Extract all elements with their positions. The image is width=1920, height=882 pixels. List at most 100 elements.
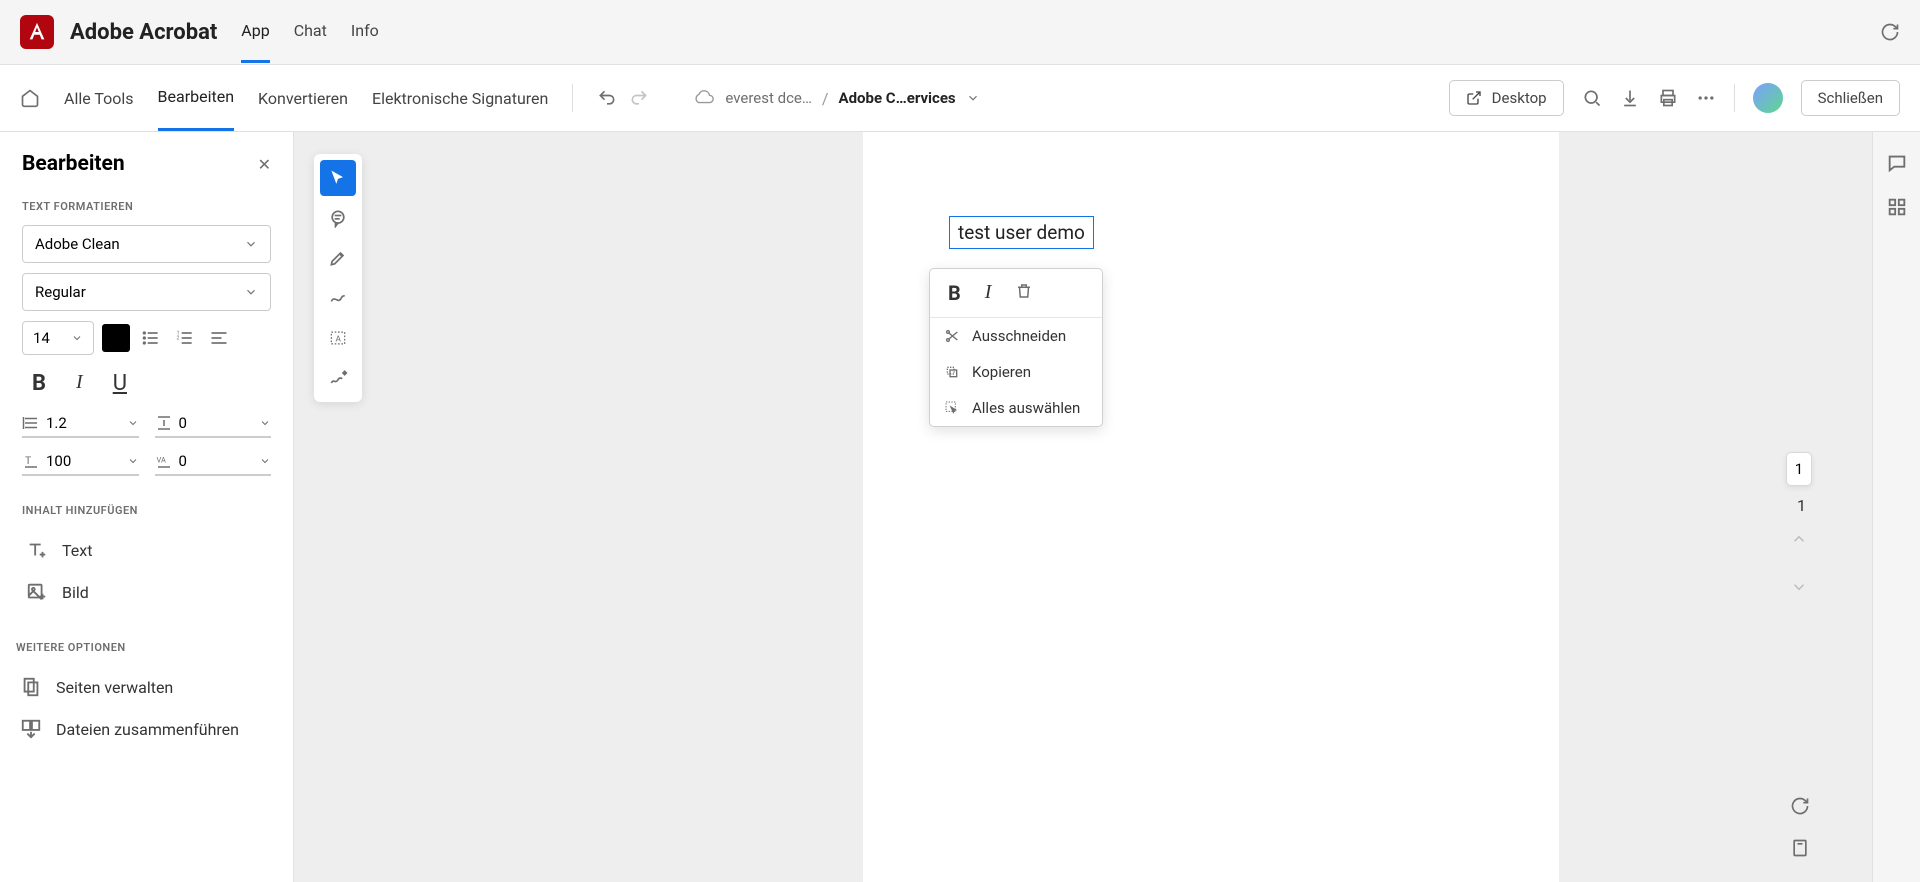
print-icon[interactable] bbox=[1658, 88, 1678, 108]
rotate-icon[interactable] bbox=[1790, 796, 1810, 816]
chevron-down-icon bbox=[244, 237, 258, 251]
menu-select-all[interactable]: Alles auswählen bbox=[930, 390, 1102, 426]
page-up-button[interactable] bbox=[1790, 530, 1810, 550]
draw-tool[interactable] bbox=[320, 280, 356, 316]
thumbnails-panel-icon[interactable] bbox=[1886, 196, 1908, 218]
text-edit-box[interactable]: test user demo bbox=[949, 216, 1094, 249]
edit-sidebar: Bearbeiten ✕ TEXT FORMATIEREN Adobe Clea… bbox=[0, 132, 294, 882]
numbered-list-icon[interactable]: 12 bbox=[172, 325, 198, 351]
chevron-down-icon[interactable] bbox=[966, 91, 980, 105]
highlight-tool[interactable] bbox=[320, 240, 356, 276]
menu-cut-label: Ausschneiden bbox=[972, 327, 1066, 345]
tab-chat[interactable]: Chat bbox=[294, 1, 327, 63]
chevron-down-icon bbox=[71, 332, 83, 344]
popup-delete-button[interactable] bbox=[1015, 281, 1033, 305]
menu-copy[interactable]: Kopieren bbox=[930, 354, 1102, 390]
line-height-icon bbox=[22, 414, 40, 432]
font-size-row: 14 12 bbox=[22, 321, 271, 355]
page-ruler-icon[interactable] bbox=[1790, 838, 1810, 858]
add-text-label: Text bbox=[62, 541, 92, 560]
merge-files-button[interactable]: Dateien zusammenführen bbox=[16, 708, 271, 750]
paragraph-spacing-icon bbox=[155, 414, 173, 432]
chevron-down-icon bbox=[127, 417, 139, 429]
add-text-button[interactable]: Text bbox=[22, 529, 271, 571]
top-tabs: App Chat Info bbox=[241, 1, 378, 63]
font-family-value: Adobe Clean bbox=[35, 235, 120, 253]
canvas-area: A test user demo B I Ausschneiden Kopier… bbox=[294, 132, 1872, 882]
italic-button[interactable]: I bbox=[76, 371, 83, 396]
font-style-value: Regular bbox=[35, 283, 86, 301]
breadcrumb-file[interactable]: Adobe C…ervices bbox=[839, 89, 956, 107]
line-height-field[interactable]: 1.2 bbox=[22, 414, 139, 438]
popup-style-row: B I bbox=[930, 269, 1102, 318]
chevron-down-icon bbox=[244, 285, 258, 299]
manage-pages-button[interactable]: Seiten verwalten bbox=[16, 666, 271, 708]
toolbar-left: Alle Tools Bearbeiten Konvertieren Elekt… bbox=[20, 65, 980, 131]
merge-icon bbox=[20, 718, 42, 740]
menu-cut[interactable]: Ausschneiden bbox=[930, 318, 1102, 354]
undo-icon[interactable] bbox=[597, 88, 617, 108]
popup-bold-button[interactable]: B bbox=[948, 281, 961, 305]
underline-button[interactable]: U bbox=[113, 371, 127, 396]
page-down-button[interactable] bbox=[1790, 578, 1810, 598]
toolbar: Alle Tools Bearbeiten Konvertieren Elekt… bbox=[0, 64, 1920, 132]
pages-icon bbox=[20, 676, 42, 698]
right-rail bbox=[1872, 132, 1920, 882]
document-page[interactable]: test user demo B I Ausschneiden Kopieren bbox=[863, 132, 1559, 882]
popup-italic-button[interactable]: I bbox=[985, 281, 992, 305]
tab-convert[interactable]: Konvertieren bbox=[258, 67, 348, 130]
topbar: Adobe Acrobat App Chat Info bbox=[0, 0, 1920, 64]
comment-tool[interactable] bbox=[320, 200, 356, 236]
tracking-field[interactable]: VA 0 bbox=[155, 452, 272, 476]
font-style-dropdown[interactable]: Regular bbox=[22, 273, 271, 311]
horiz-scale-field[interactable]: T 100 bbox=[22, 452, 139, 476]
font-size-input[interactable]: 14 bbox=[22, 321, 94, 355]
avatar[interactable] bbox=[1753, 83, 1783, 113]
tab-app[interactable]: App bbox=[241, 1, 269, 63]
align-left-icon[interactable] bbox=[206, 325, 232, 351]
font-family-dropdown[interactable]: Adobe Clean bbox=[22, 225, 271, 263]
select-all-icon bbox=[944, 400, 960, 416]
tab-signatures[interactable]: Elektronische Signaturen bbox=[372, 67, 548, 130]
page-indicator[interactable]: 1 bbox=[1786, 452, 1812, 486]
more-icon[interactable] bbox=[1696, 88, 1716, 108]
menu-select-all-label: Alles auswählen bbox=[972, 399, 1080, 417]
svg-text:2: 2 bbox=[177, 336, 180, 342]
refresh-icon[interactable] bbox=[1880, 22, 1900, 42]
select-tool[interactable] bbox=[320, 160, 356, 196]
topbar-right bbox=[1880, 22, 1900, 42]
floating-toolbar: A bbox=[314, 154, 362, 402]
color-picker[interactable] bbox=[102, 324, 130, 352]
tab-edit[interactable]: Bearbeiten bbox=[158, 65, 235, 131]
search-icon[interactable] bbox=[1582, 88, 1602, 108]
tracking-value: 0 bbox=[179, 452, 254, 470]
tab-info[interactable]: Info bbox=[351, 1, 379, 63]
fill-sign-tool[interactable] bbox=[320, 360, 356, 396]
text-select-tool[interactable]: A bbox=[320, 320, 356, 356]
sidebar-title: Bearbeiten bbox=[22, 152, 125, 176]
bullet-list-icon[interactable] bbox=[138, 325, 164, 351]
acrobat-logo bbox=[20, 15, 54, 49]
spacing-row-1: 1.2 0 bbox=[22, 414, 271, 438]
tab-all-tools[interactable]: Alle Tools bbox=[64, 67, 134, 130]
section-text-format: TEXT FORMATIEREN bbox=[22, 200, 271, 213]
comments-panel-icon[interactable] bbox=[1886, 152, 1908, 174]
cloud-icon bbox=[693, 87, 715, 109]
page-nav bbox=[1790, 530, 1810, 598]
main: Bearbeiten ✕ TEXT FORMATIEREN Adobe Clea… bbox=[0, 132, 1920, 882]
home-icon[interactable] bbox=[20, 88, 40, 108]
download-icon[interactable] bbox=[1620, 88, 1640, 108]
page-total: 1 bbox=[1797, 496, 1806, 515]
close-button[interactable]: Schließen bbox=[1801, 80, 1900, 116]
merge-files-label: Dateien zusammenführen bbox=[56, 720, 239, 739]
add-image-button[interactable]: Bild bbox=[22, 571, 271, 613]
desktop-button[interactable]: Desktop bbox=[1449, 80, 1564, 116]
external-link-icon bbox=[1466, 90, 1482, 106]
breadcrumb-folder[interactable]: everest dce… bbox=[725, 89, 812, 107]
paragraph-spacing-field[interactable]: 0 bbox=[155, 414, 272, 438]
close-sidebar-icon[interactable]: ✕ bbox=[258, 155, 271, 174]
redo-icon[interactable] bbox=[629, 88, 649, 108]
bold-button[interactable]: B bbox=[32, 371, 46, 396]
breadcrumb: everest dce… / Adobe C…ervices bbox=[693, 87, 979, 109]
divider bbox=[1734, 84, 1735, 112]
